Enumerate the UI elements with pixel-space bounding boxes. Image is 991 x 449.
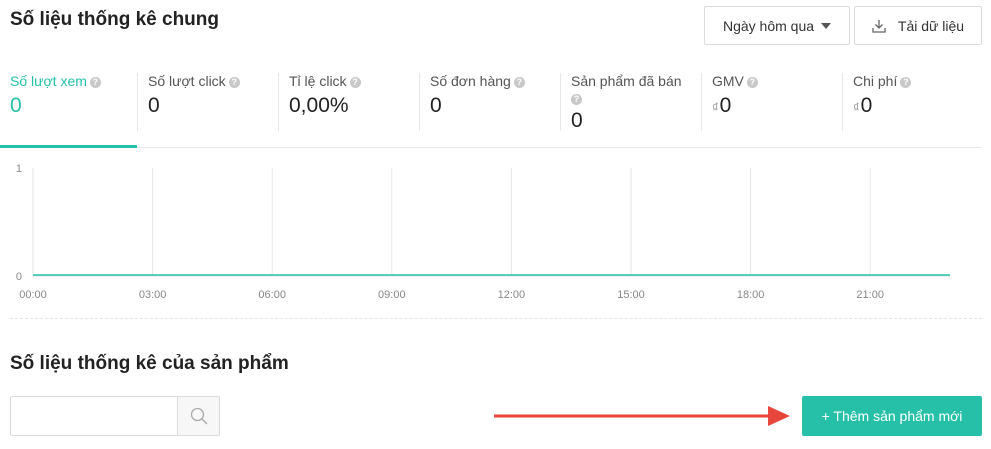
product-search — [10, 396, 220, 436]
metric-orders[interactable]: Số đơn hàng? 0 — [419, 73, 560, 131]
metric-label: Số đơn hàng — [430, 73, 511, 89]
section-divider — [10, 318, 982, 319]
page-title: Số liệu thống kê chung — [10, 9, 219, 30]
x-tick-label: 06:00 — [258, 289, 286, 301]
views-line-chart: 00:00 03:00 06:00 09:00 12:00 15:00 18:00 21:00… — [16, 163, 950, 301]
x-tick-label: 18:00 — [737, 289, 765, 301]
date-range-label: Ngày hôm qua — [722, 17, 815, 34]
currency-symbol: ₫ — [712, 100, 719, 115]
metric-value: 0 — [430, 94, 442, 117]
metric-value: 0,00% — [289, 94, 349, 117]
x-tick-label: 00:00 — [19, 289, 47, 301]
help-icon[interactable]: ? — [349, 77, 361, 88]
help-icon[interactable]: ? — [900, 77, 912, 88]
help-icon[interactable]: ? — [513, 77, 525, 88]
caret-down-icon — [821, 22, 832, 29]
date-range-select[interactable]: Ngày hôm qua — [704, 6, 850, 45]
metric-cost[interactable]: Chi phí? ₫0 — [842, 73, 982, 131]
help-icon[interactable]: ? — [746, 77, 758, 88]
y-tick-label: 1 — [16, 163, 22, 175]
metric-label: Chi phí — [853, 73, 898, 89]
currency-symbol: ₫ — [853, 100, 860, 115]
help-icon[interactable]: ? — [228, 77, 240, 88]
metric-label: Tỉ lệ click — [289, 73, 347, 89]
metric-value: 0 — [10, 94, 22, 117]
metric-label: Số lượt xem — [10, 73, 87, 89]
x-tick-label: 09:00 — [378, 289, 406, 301]
metric-clicks[interactable]: Số lượt click? 0 — [137, 73, 278, 131]
metric-label: GMV — [712, 73, 744, 89]
metric-ctr[interactable]: Tỉ lệ click? 0,00% — [278, 73, 419, 131]
x-tick-label: 21:00 — [856, 289, 884, 301]
download-data-button[interactable]: Tải dữ liệu — [854, 6, 982, 45]
arrow-right-icon — [494, 406, 790, 426]
x-tick-label: 15:00 — [617, 289, 645, 301]
x-tick-label: 03:00 — [139, 289, 167, 301]
search-icon — [190, 407, 207, 425]
download-label: Tải dữ liệu — [897, 17, 965, 34]
help-icon[interactable]: ? — [571, 94, 582, 105]
metric-label: Sản phẩm đã bán — [571, 73, 682, 89]
product-stats-title: Số liệu thống kê của sản phẩm — [10, 353, 289, 374]
download-icon — [872, 19, 886, 33]
metric-label: Số lượt click — [148, 73, 226, 89]
metric-views[interactable]: Số lượt xem? 0 — [0, 68, 137, 148]
add-product-button[interactable]: + Thêm sản phẩm mới — [802, 396, 982, 436]
metric-gmv[interactable]: GMV? ₫0 — [701, 73, 842, 131]
product-search-input[interactable] — [11, 397, 177, 435]
metric-value: 0 — [719, 94, 732, 117]
metric-value: 0 — [571, 109, 583, 132]
metric-value: 0 — [860, 94, 873, 117]
metric-value: 0 — [148, 94, 160, 117]
help-icon[interactable]: ? — [89, 77, 101, 88]
active-metric-indicator — [0, 145, 137, 148]
y-tick-label: 0 — [16, 271, 22, 283]
metrics-row: Số lượt xem? 0 Số lượt click? 0 Tỉ lệ cl… — [0, 68, 982, 148]
search-button[interactable] — [177, 397, 219, 435]
metric-items-sold[interactable]: Sản phẩm đã bán? 0 — [560, 73, 701, 132]
x-tick-label: 12:00 — [498, 289, 526, 301]
